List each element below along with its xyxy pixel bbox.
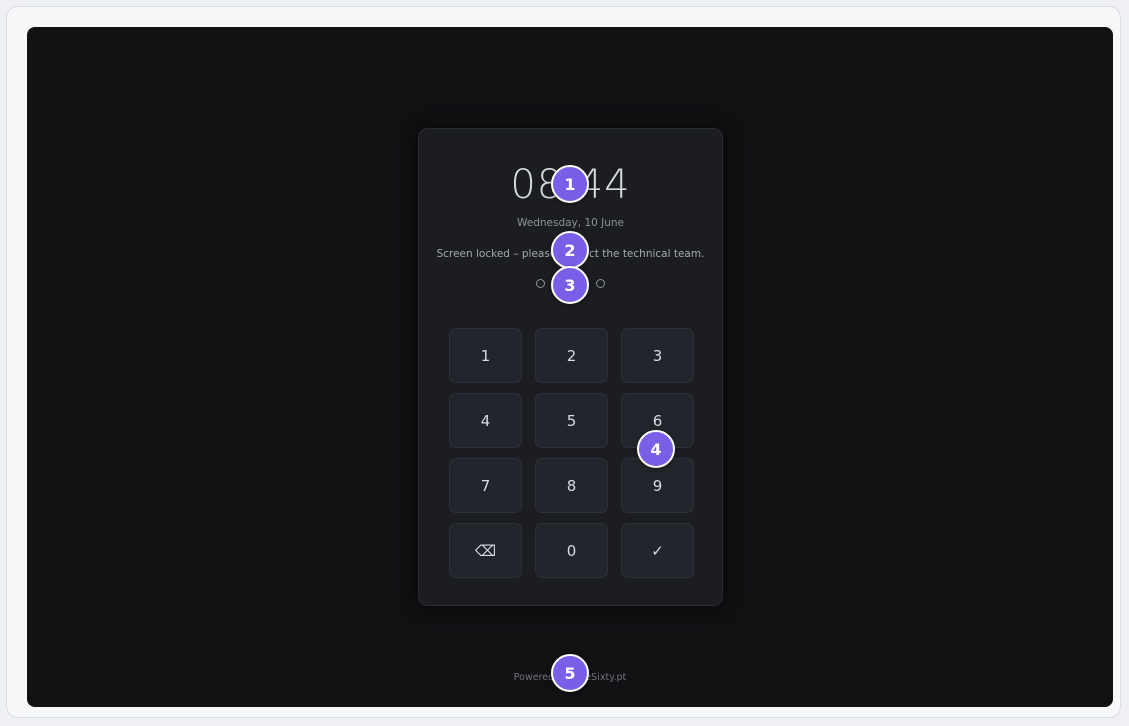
annotation-badge-1: 1 — [551, 165, 589, 203]
backspace-button[interactable]: ⌫ — [449, 523, 522, 578]
annotation-badge-4: 4 — [637, 430, 675, 468]
key-7[interactable]: 7 — [449, 458, 522, 513]
key-8[interactable]: 8 — [535, 458, 608, 513]
key-4[interactable]: 4 — [449, 393, 522, 448]
key-3[interactable]: 3 — [621, 328, 694, 383]
annotation-badge-3: 3 — [551, 266, 589, 304]
pin-dot — [536, 279, 545, 288]
annotation-badge-5: 5 — [551, 654, 589, 692]
pin-dot — [596, 279, 605, 288]
key-1[interactable]: 1 — [449, 328, 522, 383]
key-0[interactable]: 0 — [535, 523, 608, 578]
lock-screen: 08:44 Wednesday, 10 June Screen locked –… — [27, 27, 1113, 707]
key-5[interactable]: 5 — [535, 393, 608, 448]
confirm-button[interactable]: ✓ — [621, 523, 694, 578]
annotation-badge-2: 2 — [551, 231, 589, 269]
clock-date: Wednesday, 10 June — [516, 217, 625, 229]
key-2[interactable]: 2 — [535, 328, 608, 383]
